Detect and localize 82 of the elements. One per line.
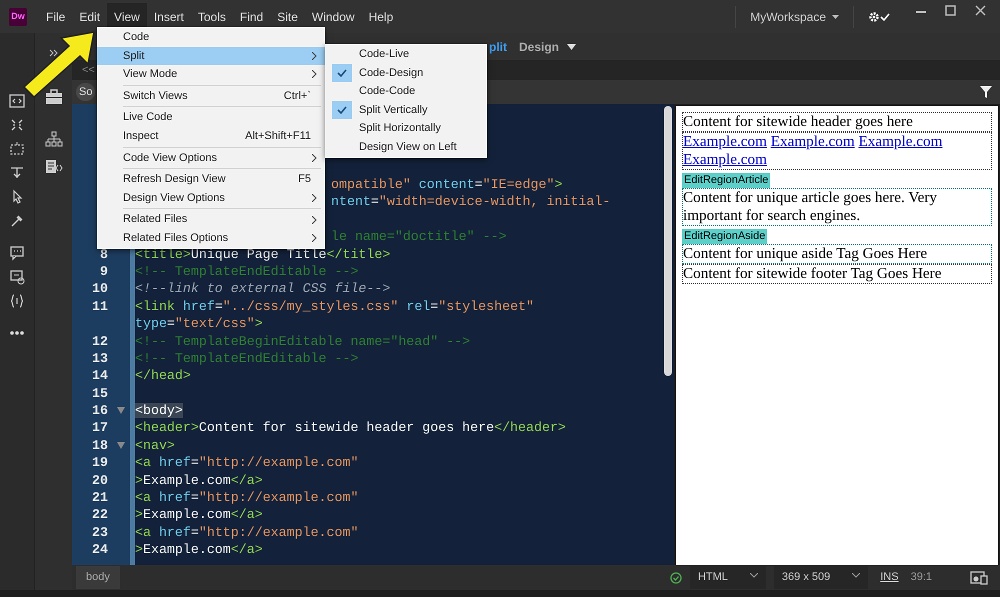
code-line: >Example.com</a> — [135, 541, 263, 559]
code-line: <title>Unique Page Title</title> — [135, 246, 390, 263]
page-link[interactable]: Example.com — [683, 133, 767, 150]
view-tab[interactable]: plit — [489, 38, 507, 56]
code-line: <a href="http://example.com" — [135, 524, 358, 542]
menu-option[interactable]: Split Horizontally — [325, 119, 487, 138]
menu-item[interactable]: Find — [232, 2, 270, 30]
insert-mode[interactable]: INS — [880, 569, 899, 586]
line-number: 23 — [92, 524, 108, 542]
line-number: 16 — [92, 402, 108, 420]
page-link[interactable]: Example.com — [770, 133, 855, 150]
region-label: EditRegionArticle — [682, 173, 770, 188]
page-link[interactable]: Example.com — [683, 151, 767, 168]
panel-button[interactable]: So — [76, 82, 96, 102]
region-label: EditRegionAside — [682, 229, 768, 244]
menu-option[interactable]: Split Vertically — [325, 100, 487, 120]
menu-option[interactable]: Switch Views Ctrl+` — [97, 86, 325, 106]
code-line: <nav> — [135, 436, 175, 454]
menu-option[interactable]: Code-Code — [325, 82, 487, 101]
code-line: <!-- TemplateBeginEditable name="head" --> — [135, 332, 470, 350]
menu-item[interactable]: Window — [304, 2, 362, 30]
line-number: 14 — [92, 367, 108, 385]
page-link[interactable]: Example.com — [858, 133, 942, 150]
menu-item[interactable]: Insert — [146, 2, 191, 30]
menu-item[interactable]: Edit — [72, 2, 108, 30]
code-line: <!--link to external CSS file--> — [135, 280, 390, 298]
menu-item[interactable]: Site — [270, 2, 305, 30]
menu-option[interactable]: Code — [97, 28, 325, 47]
menu-option[interactable]: Design View on Left — [325, 138, 487, 157]
menu-option[interactable]: Code-Live — [325, 45, 487, 64]
menu-item[interactable]: Tools — [190, 2, 233, 30]
document-tab[interactable]: << — [82, 62, 95, 78]
content-text: Content for sitewide footer Tag Goes Here — [683, 265, 942, 282]
line-number: 11 — [92, 298, 108, 316]
code-line: <header>Content for sitewide header goes here</header> — [135, 419, 566, 437]
line-number: 22 — [92, 506, 108, 524]
code-line: <a href="http://example.com" — [135, 454, 358, 472]
line-number: 24 — [92, 541, 108, 559]
line-number: 9 — [100, 262, 108, 280]
content-text: Content for sitewide header goes here — [683, 113, 913, 130]
menu-option[interactable]: Refresh Design View F5 — [97, 170, 325, 189]
line-number: 20 — [92, 472, 108, 490]
code-line: >Example.com</a> — [135, 472, 263, 490]
menu-option[interactable]: Live Code — [97, 108, 325, 127]
content-text: Content for unique article goes here. Very important for search engines. — [683, 189, 938, 224]
line-number: 10 — [92, 280, 108, 298]
line-number: 12 — [92, 332, 108, 350]
tag-selector[interactable]: body — [76, 566, 120, 589]
menu-option[interactable]: Related Files Options — [97, 228, 325, 248]
line-number: 21 — [92, 489, 108, 506]
view-tab[interactable]: Design — [519, 38, 560, 56]
code-line: type="text/css"> — [135, 315, 263, 333]
code-line: ompatible" content="IE=edge"> — [331, 176, 562, 194]
app-logo: Dw — [9, 8, 27, 26]
menu-item[interactable]: File — [39, 2, 72, 30]
code-line: >Example.com</a> — [135, 506, 263, 524]
code-line: </head> — [135, 367, 191, 385]
line-number: 17 — [92, 419, 108, 437]
menu-option[interactable]: Inspect Alt+Shift+F11 — [97, 126, 325, 146]
line-number: 19 — [92, 454, 108, 472]
menu-option[interactable]: Related Files — [97, 210, 325, 229]
menu-option[interactable]: Split — [97, 46, 325, 66]
menu-item[interactable]: Help — [362, 2, 400, 30]
cursor-position: 39:1 — [910, 570, 932, 586]
content-text: Content for unique aside Tag Goes Here — [683, 245, 928, 262]
size-dropdown[interactable]: 369 x 509 — [774, 566, 868, 589]
menu-option[interactable]: View Mode — [97, 65, 325, 84]
code-line: ntent="width=device-width, initial- — [331, 193, 610, 211]
line-number: 13 — [92, 350, 108, 368]
line-number: 18 — [92, 436, 108, 454]
code-line: <a href="http://example.com" — [135, 489, 358, 506]
code-line: <!-- TemplateEndEditable --> — [135, 262, 358, 280]
menu-option[interactable]: Code-Design — [325, 64, 487, 82]
menu-option[interactable]: Code View Options — [97, 148, 325, 168]
line-number: 15 — [92, 384, 108, 402]
menu-option[interactable]: Design View Options — [97, 188, 325, 208]
workspace-dropdown[interactable]: MyWorkspace — [735, 6, 854, 28]
code-line: <!-- TemplateEndEditable --> — [135, 350, 358, 368]
language-dropdown[interactable]: HTML — [690, 566, 766, 589]
code-line: le name="doctitle" --> — [331, 228, 507, 246]
code-line: <link href="../css/my_styles.css" rel="stylesheet" — [135, 298, 534, 316]
line-number: 8 — [100, 246, 108, 263]
